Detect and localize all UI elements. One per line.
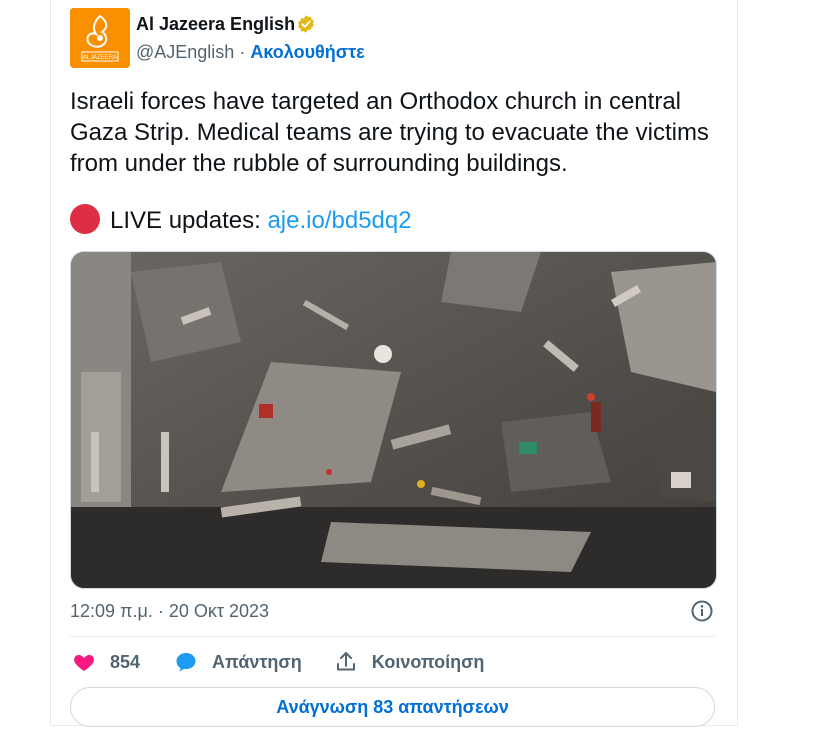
reply-icon — [176, 653, 196, 672]
verified-badge-icon — [298, 15, 314, 33]
live-updates-label: LIVE updates: — [110, 207, 261, 234]
like-button[interactable]: 854 — [72, 650, 140, 674]
follow-button[interactable]: Ακολουθήστε — [250, 42, 364, 62]
reply-button[interactable]: Απάντηση — [174, 650, 302, 674]
read-replies-button[interactable]: Ανάγνωση 83 απαντήσεων — [70, 687, 715, 727]
author-handle[interactable]: @AJEnglish — [136, 42, 234, 62]
live-updates-link[interactable]: aje.io/bd5dq2 — [267, 207, 411, 234]
red-circle-icon — [70, 204, 100, 234]
handle-row: @AJEnglish · Ακολουθήστε — [136, 42, 365, 63]
tweet-text: Israeli forces have targeted an Orthodox… — [70, 88, 709, 177]
heart-icon — [74, 655, 94, 671]
info-icon[interactable] — [690, 599, 714, 623]
divider — [70, 636, 715, 637]
svg-text:ALJAZEERA: ALJAZEERA — [83, 55, 117, 61]
live-updates-row: LIVE updates: aje.io/bd5dq2 — [70, 204, 412, 236]
author-name[interactable]: Al Jazeera English — [136, 14, 295, 35]
rubble-photo — [71, 252, 716, 588]
share-icon — [336, 652, 355, 671]
al-jazeera-logo-icon: ALJAZEERA — [70, 8, 130, 68]
share-button[interactable]: Κοινοποίηση — [334, 650, 485, 674]
tweet-timestamp[interactable]: 12:09 π.μ. · 20 Οκτ 2023 — [70, 601, 269, 622]
tweet-image[interactable] — [70, 251, 717, 589]
separator: · — [239, 42, 246, 62]
avatar[interactable]: ALJAZEERA — [70, 8, 130, 68]
action-bar: 854 Απάντηση Κοινοποίηση — [72, 650, 484, 674]
reply-label: Απάντηση — [212, 651, 302, 672]
share-label: Κοινοποίηση — [371, 651, 485, 672]
like-count: 854 — [110, 651, 141, 672]
